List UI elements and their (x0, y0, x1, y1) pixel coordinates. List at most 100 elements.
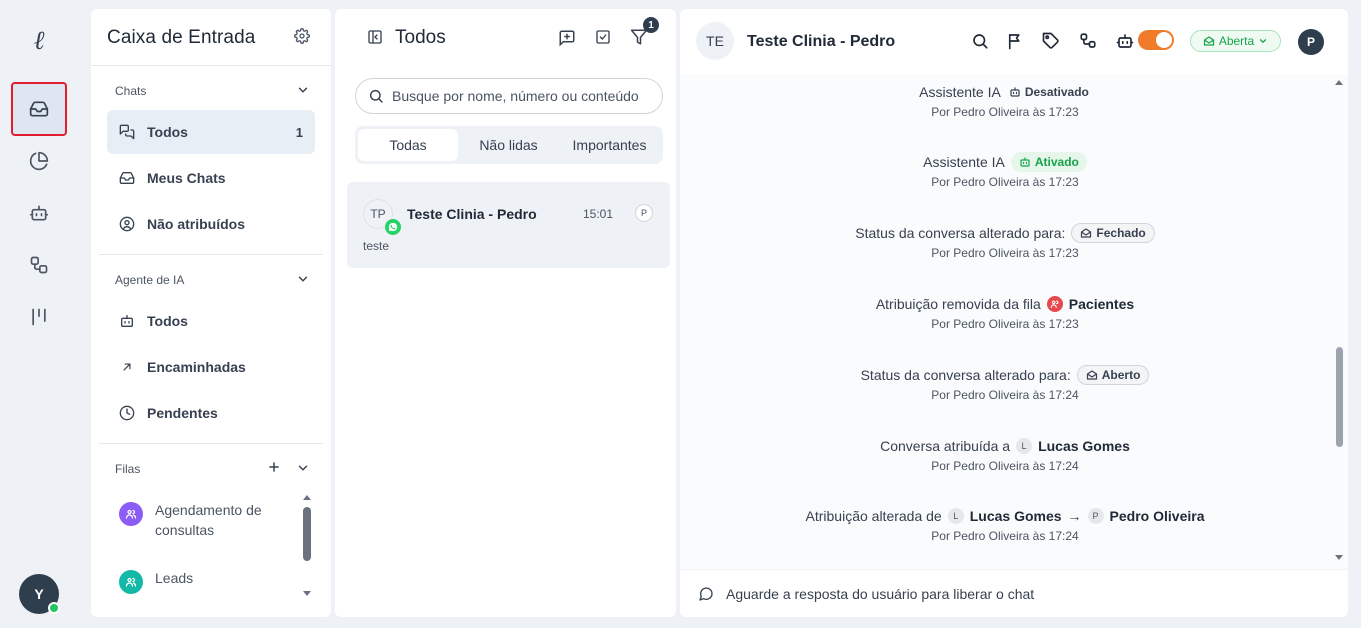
new-message-icon[interactable] (558, 29, 576, 47)
bot-icon (29, 203, 49, 223)
nav-item-pendentes[interactable]: Pendentes (107, 391, 315, 435)
rail-inbox-button[interactable] (11, 82, 67, 136)
search-box[interactable] (355, 78, 663, 114)
nav-item-label: Todos (147, 313, 188, 329)
nav-item-label: Pendentes (147, 405, 218, 421)
bot-icon[interactable] (1116, 32, 1134, 50)
status-badge: Desativado (1007, 82, 1091, 102)
toggle-knob (1156, 32, 1172, 48)
event-text: Atribuição alterada de (805, 508, 942, 524)
chevron-down-icon (1258, 36, 1268, 46)
timeline-event: Assistente IA Ativado Por Pedro Oliveira… (680, 151, 1330, 189)
tab-todas[interactable]: Todas (358, 129, 458, 161)
filter-tabs: Todas Não lidas Importantes (355, 126, 663, 164)
filter-count-badge: 1 (643, 17, 659, 33)
bot-icon (1019, 156, 1031, 168)
clock-icon (119, 405, 135, 421)
nav-item-label: Todos (147, 124, 188, 140)
mail-open-icon (1086, 369, 1098, 381)
gear-icon[interactable] (294, 28, 310, 44)
conversation-name: Teste Clinia - Pedro (407, 206, 537, 222)
event-meta: Por Pedro Oliveira às 17:23 (931, 175, 1079, 189)
nav-item-encaminhadas[interactable]: Encaminhadas (107, 345, 315, 389)
nav-item-ai-todos[interactable]: Todos (107, 299, 315, 343)
badge-label: Fechado (1096, 226, 1146, 240)
collapse-sidebar-icon[interactable] (367, 29, 383, 45)
nav-item-label: Encaminhadas (147, 359, 246, 375)
user-initial-avatar: L (947, 508, 964, 524)
queue-item[interactable]: Leads (119, 568, 285, 594)
queue-label: Agendamento de consultas (155, 502, 262, 538)
flag-icon[interactable] (1006, 32, 1024, 50)
queues-section-title: Filas (115, 462, 141, 476)
conversation-preview: teste (363, 239, 390, 253)
nav-item-chats-todos[interactable]: Todos 1 (107, 110, 315, 154)
conversation-timeline: Assistente IA Desativado Por Pedro Olive… (680, 75, 1348, 569)
rail-reports-button[interactable] (14, 136, 64, 186)
plus-icon[interactable] (267, 460, 281, 474)
badge-label: Desativado (1024, 85, 1089, 99)
timeline-scrollbar[interactable] (1333, 75, 1345, 569)
tag-icon[interactable] (1042, 32, 1060, 50)
nav-item-label: Não atribuídos (147, 216, 246, 232)
conversation-list-panel: Todos 1 Todas Não lidas Importantes TP T… (335, 9, 676, 617)
from-assignee-name: Lucas Gomes (969, 508, 1062, 524)
whatsapp-icon (385, 219, 401, 235)
timeline-event: Status da conversa alterado para: Fechad… (680, 222, 1330, 260)
user-initial-avatar: P (1087, 508, 1104, 524)
contact-avatar: TE (696, 22, 734, 60)
nav-item-label: Meus Chats (147, 170, 226, 186)
status-label: Aberta (1218, 34, 1255, 48)
timeline-event: Assistente IA Desativado Por Pedro Olive… (680, 81, 1330, 119)
agent-avatar[interactable]: P (1298, 29, 1324, 55)
event-meta: Por Pedro Oliveira às 17:24 (931, 459, 1079, 473)
inbox-icon (119, 170, 135, 186)
user-avatar[interactable]: Y (19, 574, 60, 614)
user-circle-icon (119, 216, 135, 232)
queue-name: Pacientes (1068, 296, 1135, 312)
chat-bubbles-icon (119, 124, 135, 140)
nav-item-count: 1 (295, 124, 303, 140)
search-input[interactable] (392, 88, 652, 104)
conversation-item[interactable]: TP Teste Clinia - Pedro 15:01 P teste (347, 182, 670, 268)
ai-assistant-toggle[interactable] (1138, 30, 1174, 50)
rail-workflow-button[interactable] (14, 240, 64, 290)
footer-notice: Aguarde a resposta do usuário para liber… (726, 585, 1035, 602)
status-dropdown[interactable]: Aberta (1190, 30, 1281, 52)
chevron-down-icon[interactable] (296, 83, 310, 97)
left-rail: ℓ Y (0, 0, 78, 628)
mail-icon (1080, 227, 1092, 239)
search-icon[interactable] (971, 32, 989, 50)
chevron-down-icon[interactable] (296, 461, 310, 475)
event-meta: Por Pedro Oliveira às 17:24 (931, 388, 1079, 402)
nav-item-meus-chats[interactable]: Meus Chats (107, 156, 315, 200)
rail-kanban-button[interactable] (14, 292, 64, 342)
rail-bot-button[interactable] (14, 188, 64, 238)
kanban-icon (29, 307, 49, 327)
event-text: Status da conversa alterado para: (855, 225, 1066, 241)
chat-footer: Aguarde a resposta do usuário para liber… (680, 569, 1348, 617)
tab-nao-lidas[interactable]: Não lidas (458, 129, 559, 161)
conversation-time: 15:01 (583, 207, 614, 221)
checkbox-select-icon[interactable] (595, 29, 611, 45)
nav-item-nao-atribuidos[interactable]: Não atribuídos (107, 202, 315, 246)
tab-importantes[interactable]: Importantes (559, 129, 660, 161)
chats-section-title: Chats (115, 84, 147, 98)
inbox-title: Caixa de Entrada (107, 27, 256, 48)
badge-label: Ativado (1034, 155, 1079, 169)
queues-scrollbar[interactable] (301, 491, 313, 601)
status-badge: Fechado (1071, 223, 1155, 243)
assignee-avatar: P (635, 204, 653, 222)
status-badge: Ativado (1010, 152, 1087, 172)
event-text: Assistente IA (919, 84, 1001, 100)
users-icon (119, 570, 143, 594)
queue-item[interactable]: Agendamento de consultas (119, 500, 285, 540)
online-status-dot (48, 602, 60, 614)
users-icon (119, 502, 143, 526)
badge-label: Aberto (1101, 368, 1141, 382)
inbox-icon (29, 99, 49, 119)
status-badge: Aberto (1076, 365, 1150, 385)
workflow-icon[interactable] (1079, 32, 1097, 50)
search-icon (368, 88, 384, 104)
chevron-down-icon[interactable] (296, 272, 310, 286)
